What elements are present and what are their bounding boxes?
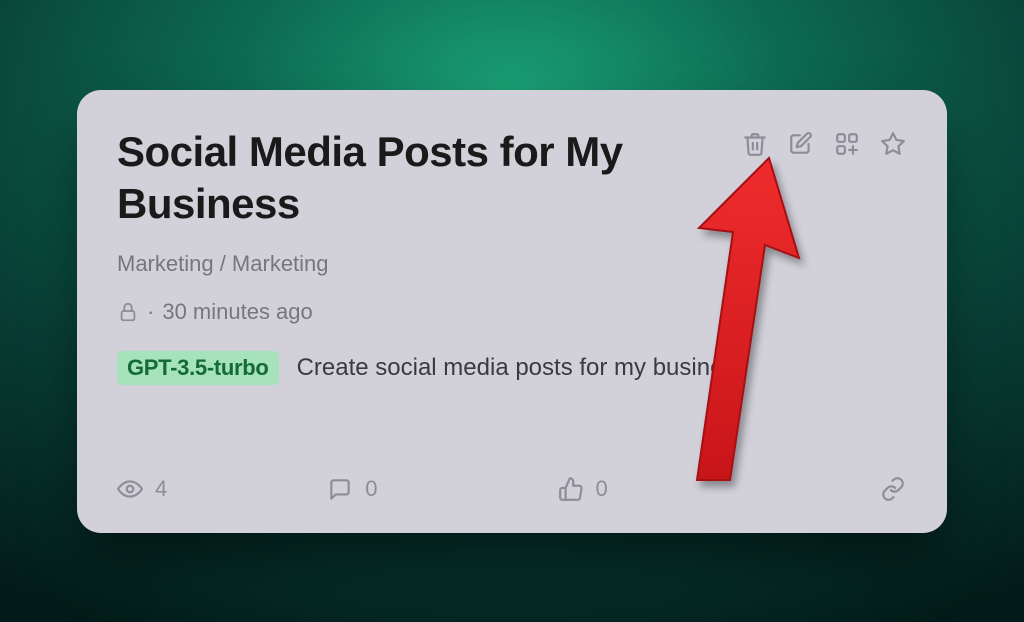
apps-button[interactable]	[833, 130, 861, 158]
views-stat[interactable]: 4	[117, 476, 167, 502]
delete-button[interactable]	[741, 130, 769, 158]
card-actions	[741, 130, 907, 158]
edit-icon	[788, 131, 814, 157]
model-badge: GPT-3.5-turbo	[117, 351, 279, 385]
comment-icon	[327, 476, 353, 502]
lock-icon	[117, 301, 139, 323]
views-count: 4	[155, 476, 167, 502]
grid-plus-icon	[834, 131, 860, 157]
likes-count: 0	[596, 476, 608, 502]
star-icon	[880, 131, 906, 157]
thumbs-up-icon	[558, 476, 584, 502]
description-row: GPT-3.5-turbo Create social media posts …	[117, 351, 907, 385]
post-description: Create social media posts for my busines…	[297, 354, 748, 382]
link-icon	[880, 476, 906, 502]
meta-row: · 30 minutes ago	[117, 299, 907, 325]
meta-separator: ·	[147, 299, 154, 325]
card-header: Social Media Posts for My Business	[117, 126, 907, 231]
favorite-button[interactable]	[879, 130, 907, 158]
timestamp: 30 minutes ago	[162, 299, 312, 325]
card-footer: 4 0 0	[117, 475, 907, 503]
edit-button[interactable]	[787, 130, 815, 158]
breadcrumb[interactable]: Marketing / Marketing	[117, 251, 907, 277]
comments-count: 0	[365, 476, 377, 502]
copy-link-button[interactable]	[879, 475, 907, 503]
trash-icon	[742, 131, 768, 157]
eye-icon	[117, 476, 143, 502]
post-card: Social Media Posts for My Business	[77, 90, 947, 533]
post-title: Social Media Posts for My Business	[117, 126, 677, 231]
comments-stat[interactable]: 0	[327, 476, 377, 502]
likes-stat[interactable]: 0	[558, 476, 608, 502]
